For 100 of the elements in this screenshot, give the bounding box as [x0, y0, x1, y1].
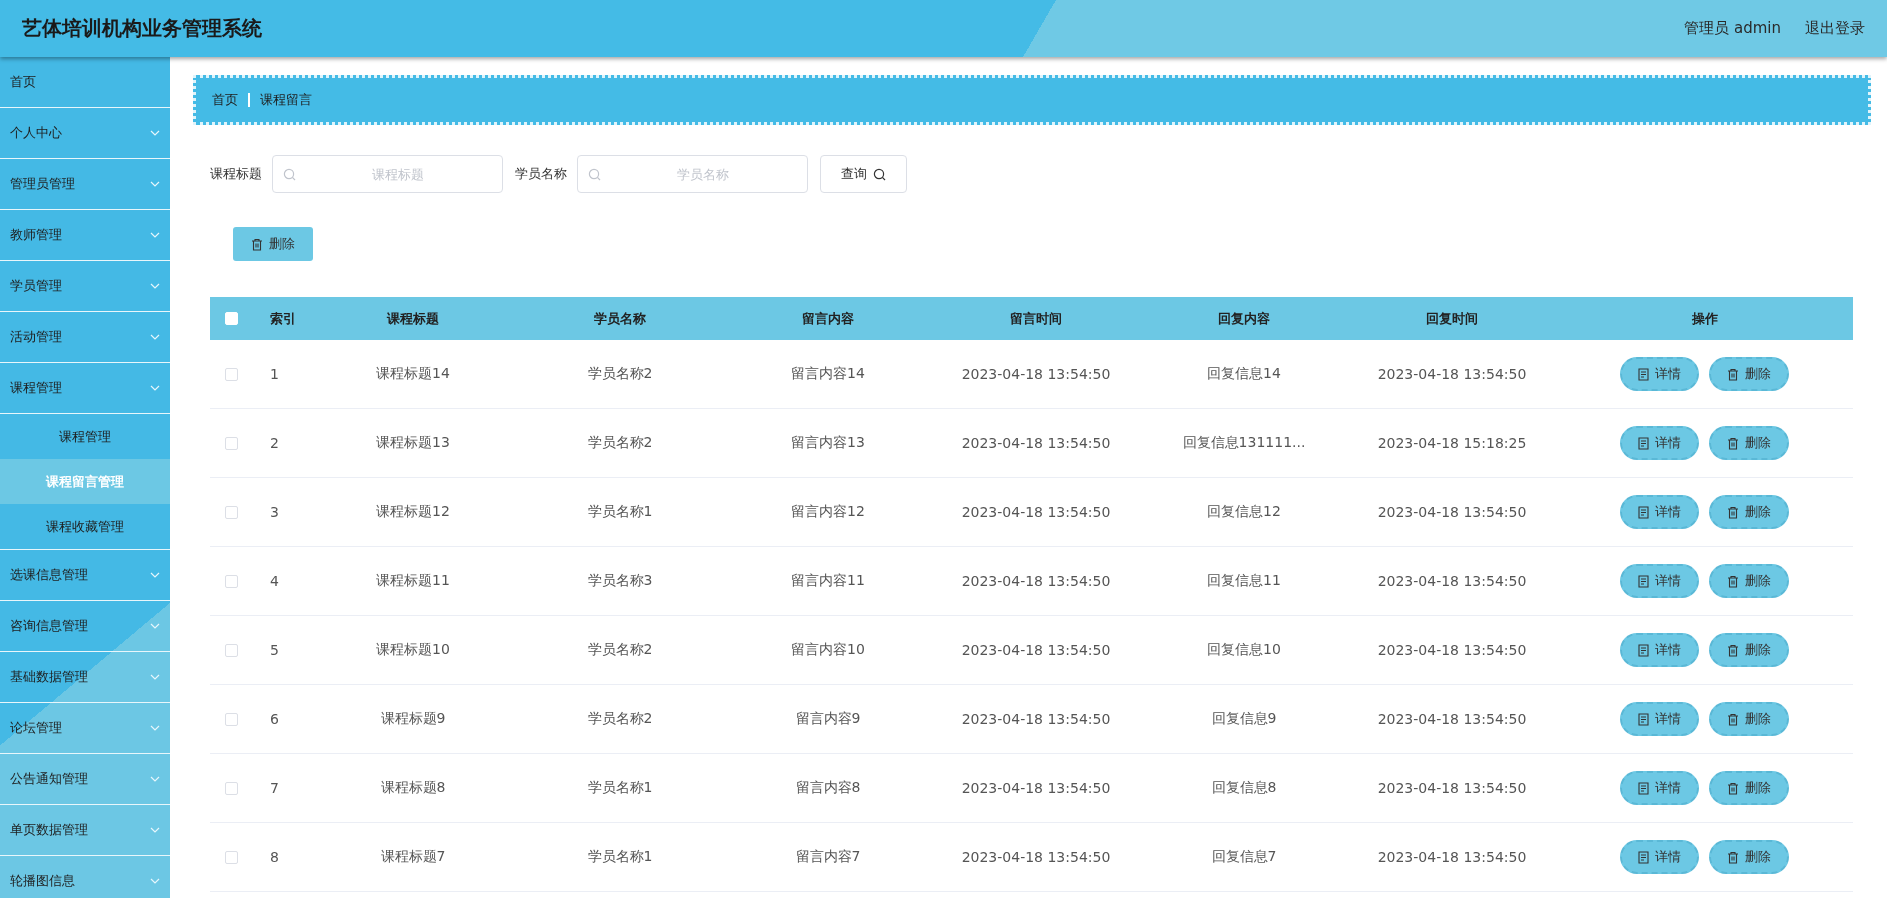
table-cell-text: 学员名称1: [586, 503, 654, 521]
table-cell-text: 2023-04-18 13:54:50: [1376, 504, 1528, 520]
sidebar-item[interactable]: 公告通知管理: [0, 754, 170, 805]
table-cell-text: 学员名称1: [586, 779, 654, 797]
trash-icon: [1727, 643, 1739, 657]
table-cell-text: 2023-04-18 13:54:50: [960, 642, 1112, 658]
table-cell-text: 4: [269, 573, 280, 589]
table-cell-text: 留言内容11: [790, 572, 866, 590]
app-title: 艺体培训机构业务管理系统: [22, 15, 263, 42]
checkbox[interactable]: [224, 436, 238, 450]
sidebar-item[interactable]: 学员管理: [0, 261, 170, 312]
details-button[interactable]: 详情: [1620, 633, 1699, 667]
trash-icon: [1727, 574, 1739, 588]
table-cell-text: 留言内容9: [794, 710, 862, 728]
table-cell-text: 留言内容13: [790, 434, 866, 452]
table-cell-text: 学员名称2: [586, 434, 654, 452]
table-cell-text: 学员名称2: [586, 365, 654, 383]
checkbox[interactable]: [224, 781, 238, 795]
sidebar-item[interactable]: 教师管理: [0, 210, 170, 261]
checkbox[interactable]: [224, 574, 238, 588]
table-cell-text: 1: [269, 366, 280, 382]
column-header: 回复时间: [1425, 309, 1479, 328]
details-button[interactable]: 详情: [1620, 840, 1699, 874]
column-header: 留言时间: [1009, 309, 1063, 328]
details-button[interactable]: 详情: [1620, 357, 1699, 391]
sidebar-item[interactable]: 选课信息管理: [0, 550, 170, 601]
column-header: 留言内容: [801, 309, 855, 328]
sidebar-item[interactable]: 个人中心: [0, 108, 170, 159]
sidebar-item[interactable]: 管理员管理: [0, 159, 170, 210]
field-label: 学员名称: [515, 165, 567, 183]
field-label: 课程标题: [210, 165, 262, 183]
delete-button[interactable]: 删除: [1709, 840, 1789, 874]
sidebar-item[interactable]: 单页数据管理: [0, 805, 170, 856]
table-cell-text: 课程标题13: [375, 434, 451, 452]
sidebar-item[interactable]: 轮播图信息: [0, 856, 170, 898]
sidebar-item[interactable]: 活动管理: [0, 312, 170, 363]
trash-icon: [1727, 505, 1739, 519]
user-label: 管理员 admin: [1684, 19, 1781, 38]
chevron-down-icon: [150, 181, 160, 187]
table-cell-text: 留言内容8: [794, 779, 862, 797]
details-button[interactable]: 详情: [1620, 564, 1699, 598]
search-field[interactable]: 课程标题: [272, 155, 503, 193]
delete-button[interactable]: 删除: [1709, 771, 1789, 805]
table-cell-text: 7: [269, 780, 280, 796]
column-header: 学员名称: [593, 309, 647, 328]
checkbox[interactable]: [224, 712, 238, 726]
column-header: 回复内容: [1217, 309, 1271, 328]
table-cell-text: 回复信息8: [1210, 779, 1278, 797]
table-cell-text: 学员名称2: [586, 710, 654, 728]
delete-button[interactable]: 删除: [233, 227, 313, 261]
chevron-down-icon: [150, 878, 160, 884]
chevron-down-icon: [150, 572, 160, 578]
document-icon: [1638, 574, 1649, 588]
table-cell-text: 2023-04-18 13:54:50: [1376, 573, 1528, 589]
search-field[interactable]: 学员名称: [577, 155, 808, 193]
delete-button[interactable]: 删除: [1709, 357, 1789, 391]
breadcrumb-item[interactable]: 首页: [212, 91, 238, 109]
table-cell-text: 留言内容12: [790, 503, 866, 521]
chevron-down-icon: [150, 334, 160, 340]
trash-icon: [1727, 436, 1739, 450]
sidebar-item[interactable]: 咨询信息管理: [0, 601, 170, 652]
checkbox[interactable]: [224, 505, 238, 519]
table-cell-text: 回复信息131111...: [1181, 434, 1307, 452]
checkbox[interactable]: [224, 367, 238, 381]
details-button[interactable]: 详情: [1620, 771, 1699, 805]
delete-button[interactable]: 删除: [1709, 426, 1789, 460]
details-button[interactable]: 详情: [1620, 426, 1699, 460]
sidebar-subitem[interactable]: 课程管理: [0, 414, 170, 459]
trash-icon: [1727, 850, 1739, 864]
sidebar-item[interactable]: 论坛管理: [0, 703, 170, 754]
chevron-down-icon: [150, 385, 160, 391]
table-cell-text: 课程标题10: [375, 641, 451, 659]
query-button[interactable]: 查询: [820, 155, 907, 193]
checkbox[interactable]: [224, 850, 238, 864]
details-button[interactable]: 详情: [1620, 702, 1699, 736]
chevron-down-icon: [150, 283, 160, 289]
logout-link[interactable]: 退出登录: [1805, 19, 1865, 38]
table-cell-text: 回复信息9: [1210, 710, 1278, 728]
checkbox[interactable]: [224, 643, 238, 657]
details-button[interactable]: 详情: [1620, 495, 1699, 529]
chevron-down-icon: [150, 674, 160, 680]
table-cell-text: 2: [269, 435, 280, 451]
sidebar-item[interactable]: 课程管理: [0, 363, 170, 414]
search-icon: [873, 167, 886, 181]
table-cell-text: 2023-04-18 13:54:50: [1376, 711, 1528, 727]
sidebar-item[interactable]: 基础数据管理: [0, 652, 170, 703]
table-cell-text: 留言内容7: [794, 848, 862, 866]
chevron-down-icon: [150, 827, 160, 833]
table-cell-text: 学员名称3: [586, 572, 654, 590]
sidebar-subitem[interactable]: 课程收藏管理: [0, 504, 170, 549]
table-cell-text: 回复信息11: [1206, 572, 1282, 590]
delete-button[interactable]: 删除: [1709, 564, 1789, 598]
table-cell-text: 8: [269, 849, 280, 865]
table-cell-text: 2023-04-18 13:54:50: [960, 711, 1112, 727]
delete-button[interactable]: 删除: [1709, 633, 1789, 667]
sidebar-item[interactable]: 首页: [0, 57, 170, 108]
delete-button[interactable]: 删除: [1709, 495, 1789, 529]
table-cell-text: 回复信息10: [1206, 641, 1282, 659]
breadcrumb-item: 课程留言: [260, 91, 312, 109]
delete-button[interactable]: 删除: [1709, 702, 1789, 736]
